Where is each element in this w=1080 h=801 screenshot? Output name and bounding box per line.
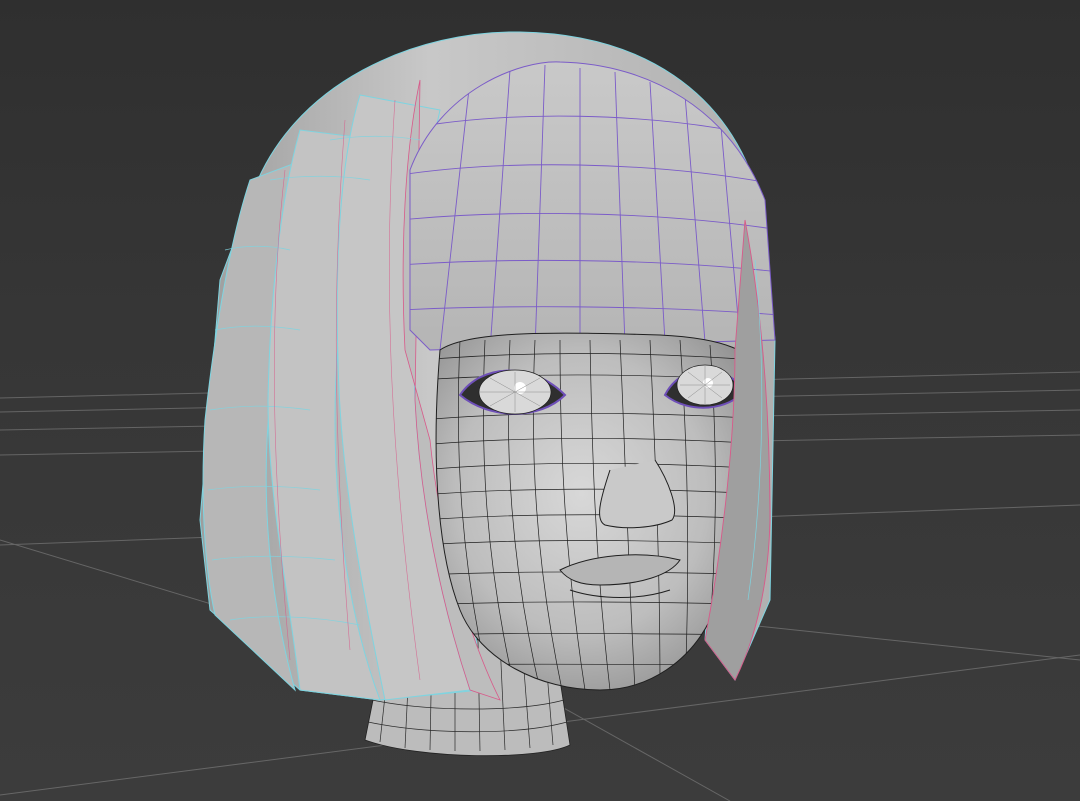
hair-bangs-mesh <box>409 61 776 351</box>
viewport-canvas[interactable] <box>0 0 1080 801</box>
3d-viewport[interactable] <box>0 0 1080 801</box>
